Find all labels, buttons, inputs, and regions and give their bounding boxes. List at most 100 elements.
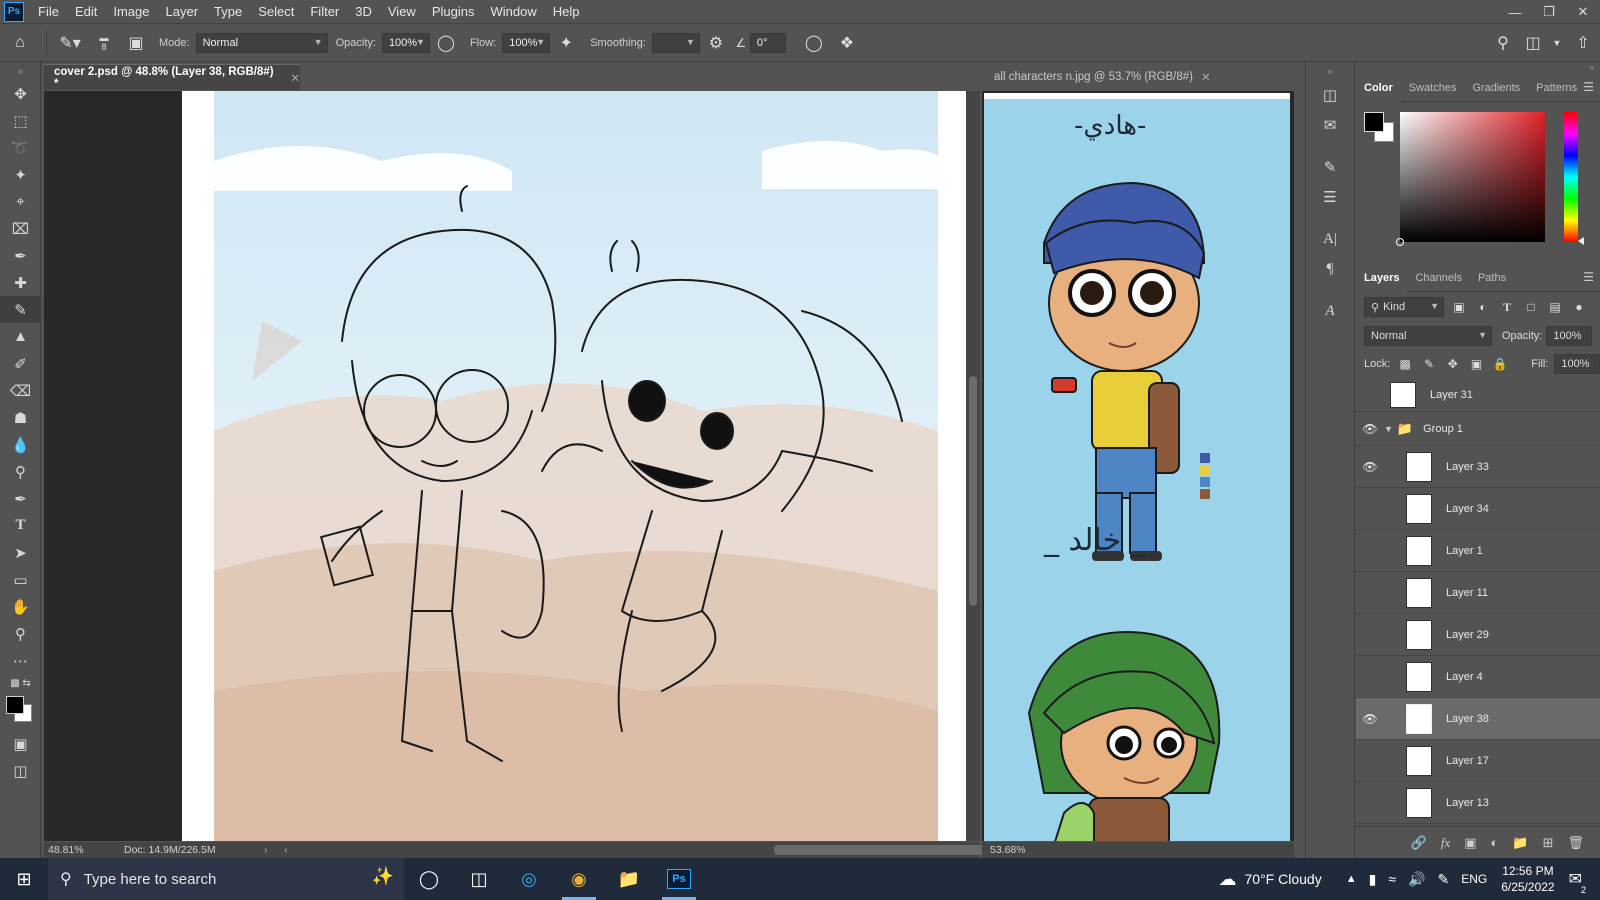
adjustment-layer-icon[interactable]: ◐: [1491, 835, 1499, 850]
chevron-right-icon[interactable]: ›: [264, 844, 284, 856]
filter-smart-object-icon[interactable]: ▤: [1546, 300, 1564, 314]
tab-color[interactable]: Color: [1356, 73, 1401, 102]
pen-tool-icon[interactable]: ✒: [0, 485, 41, 512]
lock-all-icon[interactable]: 🔒: [1491, 357, 1509, 371]
angle-field[interactable]: 0°: [749, 33, 786, 53]
tab-channels[interactable]: Channels: [1407, 264, 1469, 292]
collapse-icon[interactable]: «: [1306, 62, 1354, 80]
eraser-icon[interactable]: ⌫: [0, 377, 41, 404]
layer-row[interactable]: Layer 1: [1356, 530, 1600, 572]
mode-select[interactable]: Normal ▼: [195, 33, 328, 53]
menu-3d[interactable]: 3D: [347, 0, 380, 24]
lasso-tool-icon[interactable]: ➰: [0, 134, 41, 161]
restore-icon[interactable]: ❐: [1532, 0, 1566, 24]
eyedropper-icon[interactable]: ✒: [0, 242, 41, 269]
chrome-browser-icon[interactable]: ◉: [554, 858, 604, 900]
crop-tool-icon[interactable]: ⌖: [0, 188, 41, 215]
search-icon[interactable]: ⚲: [1488, 29, 1518, 57]
menu-view[interactable]: View: [380, 0, 424, 24]
chevron-down-icon[interactable]: ▼: [1384, 424, 1393, 434]
menu-select[interactable]: Select: [250, 0, 302, 24]
brush-preset-icon[interactable]: ✎▾: [53, 29, 87, 57]
foreground-color-swatch[interactable]: [1364, 112, 1384, 132]
photoshop-taskbar-icon[interactable]: Ps: [654, 858, 704, 900]
new-layer-icon[interactable]: ⊞: [1543, 835, 1554, 851]
fill-field[interactable]: 100%: [1554, 354, 1600, 374]
flow-field[interactable]: 100% ▼: [502, 33, 551, 53]
menu-image[interactable]: Image: [105, 0, 157, 24]
chevron-left-icon[interactable]: ‹: [284, 844, 294, 856]
task-view-icon[interactable]: ◫: [454, 858, 504, 900]
clone-stamp-icon[interactable]: ▲: [0, 323, 41, 350]
panel-menu-icon[interactable]: ☰: [1583, 80, 1594, 94]
zoom-tool-icon[interactable]: ⚲: [0, 620, 41, 647]
character-panel-icon[interactable]: A|: [1306, 224, 1354, 254]
hand-tool-icon[interactable]: ✋: [0, 593, 41, 620]
file-explorer-icon[interactable]: 📁: [604, 858, 654, 900]
menu-edit[interactable]: Edit: [67, 0, 105, 24]
layer-row[interactable]: Layer 13: [1356, 782, 1600, 824]
filter-toggle-icon[interactable]: ●: [1570, 300, 1588, 314]
menu-layer[interactable]: Layer: [158, 0, 207, 24]
layer-row[interactable]: Layer 34: [1356, 488, 1600, 530]
volume-icon[interactable]: 🔊: [1408, 871, 1425, 888]
airbrush-icon[interactable]: ✦: [550, 29, 582, 57]
brush-settings-icon[interactable]: ✎: [1306, 152, 1354, 182]
blur-tool-icon[interactable]: 💧: [0, 431, 41, 458]
glyphs-icon[interactable]: A: [1306, 296, 1354, 326]
tab-layers[interactable]: Layers: [1356, 263, 1408, 292]
move-tool-icon[interactable]: ✥: [0, 80, 41, 107]
chevron-down-icon[interactable]: ▼: [1548, 29, 1566, 57]
menu-filter[interactable]: Filter: [302, 0, 347, 24]
tab-gradients[interactable]: Gradients: [1464, 74, 1528, 102]
lock-position-icon[interactable]: ✥: [1444, 357, 1462, 371]
eye-icon[interactable]: 👁: [1356, 422, 1384, 436]
more-tools-icon[interactable]: ⋯: [0, 647, 41, 674]
filter-shape-icon[interactable]: □: [1522, 300, 1540, 314]
screen-mode-icon[interactable]: ◫: [0, 757, 41, 784]
collapse-icon[interactable]: »: [1356, 62, 1600, 74]
color-picker-field[interactable]: [1396, 112, 1545, 246]
horizontal-scrollbar[interactable]: [294, 842, 1020, 858]
eye-icon[interactable]: 👁: [1356, 712, 1384, 726]
eye-icon[interactable]: 👁: [1356, 460, 1384, 474]
comments-icon[interactable]: ✉: [1306, 110, 1354, 140]
close-tab-icon[interactable]: ✕: [290, 71, 300, 85]
layer-filter-select[interactable]: ⚲ Kind ▼: [1364, 297, 1444, 317]
pressure-size-icon[interactable]: ◯: [796, 29, 832, 57]
close-tab-icon[interactable]: ✕: [1201, 70, 1211, 84]
lock-image-icon[interactable]: ✎: [1420, 357, 1438, 371]
hue-slider-handle[interactable]: [1578, 237, 1584, 245]
reference-canvas[interactable]: -هادي- _ خالد _: [984, 93, 1290, 841]
new-group-icon[interactable]: 📁: [1512, 835, 1528, 851]
magic-wand-icon[interactable]: ✦: [0, 161, 41, 188]
adjustments-icon[interactable]: ☰: [1306, 182, 1354, 212]
windows-start-icon[interactable]: ⊞: [0, 858, 48, 900]
frame-tool-icon[interactable]: ⌧: [0, 215, 41, 242]
hue-slider[interactable]: [1564, 112, 1584, 245]
language-indicator[interactable]: ENG: [1461, 872, 1487, 886]
quick-mask-icon[interactable]: ▣: [0, 730, 41, 757]
smoothing-options-icon[interactable]: ⚙: [700, 29, 732, 57]
tab-patterns[interactable]: Patterns: [1528, 74, 1585, 102]
chevron-up-icon[interactable]: ▲: [1346, 873, 1357, 885]
layer-group-row[interactable]: 👁 ▼ 📁 Group 1: [1356, 412, 1600, 446]
notifications-icon[interactable]: ✉ 2: [1569, 869, 1588, 895]
close-icon[interactable]: ✕: [1566, 0, 1600, 24]
taskbar-search[interactable]: ⚲ Type here to search ✨: [48, 858, 404, 900]
paragraph-icon[interactable]: ¶: [1306, 254, 1354, 284]
healing-brush-icon[interactable]: ✚: [0, 269, 41, 296]
layer-row-selected[interactable]: 👁 Layer 38: [1356, 698, 1600, 740]
brush-size-picker[interactable]: ▬ 8: [87, 29, 121, 57]
pressure-opacity-icon[interactable]: ◯: [430, 29, 462, 57]
collapse-icon[interactable]: »: [0, 62, 41, 80]
home-icon[interactable]: ⌂: [0, 29, 40, 57]
dodge-tool-icon[interactable]: ⚲: [0, 458, 41, 485]
layer-style-icon[interactable]: fx: [1441, 835, 1450, 851]
zoom-level[interactable]: 53.68%: [990, 844, 1026, 856]
brush-tool-icon[interactable]: ✎: [0, 296, 41, 323]
artboard-canvas[interactable]: [182, 91, 966, 841]
minimize-icon[interactable]: —: [1498, 0, 1532, 24]
vertical-scrollbar[interactable]: [966, 91, 980, 841]
weather-text[interactable]: 70°F Cloudy: [1245, 871, 1322, 887]
